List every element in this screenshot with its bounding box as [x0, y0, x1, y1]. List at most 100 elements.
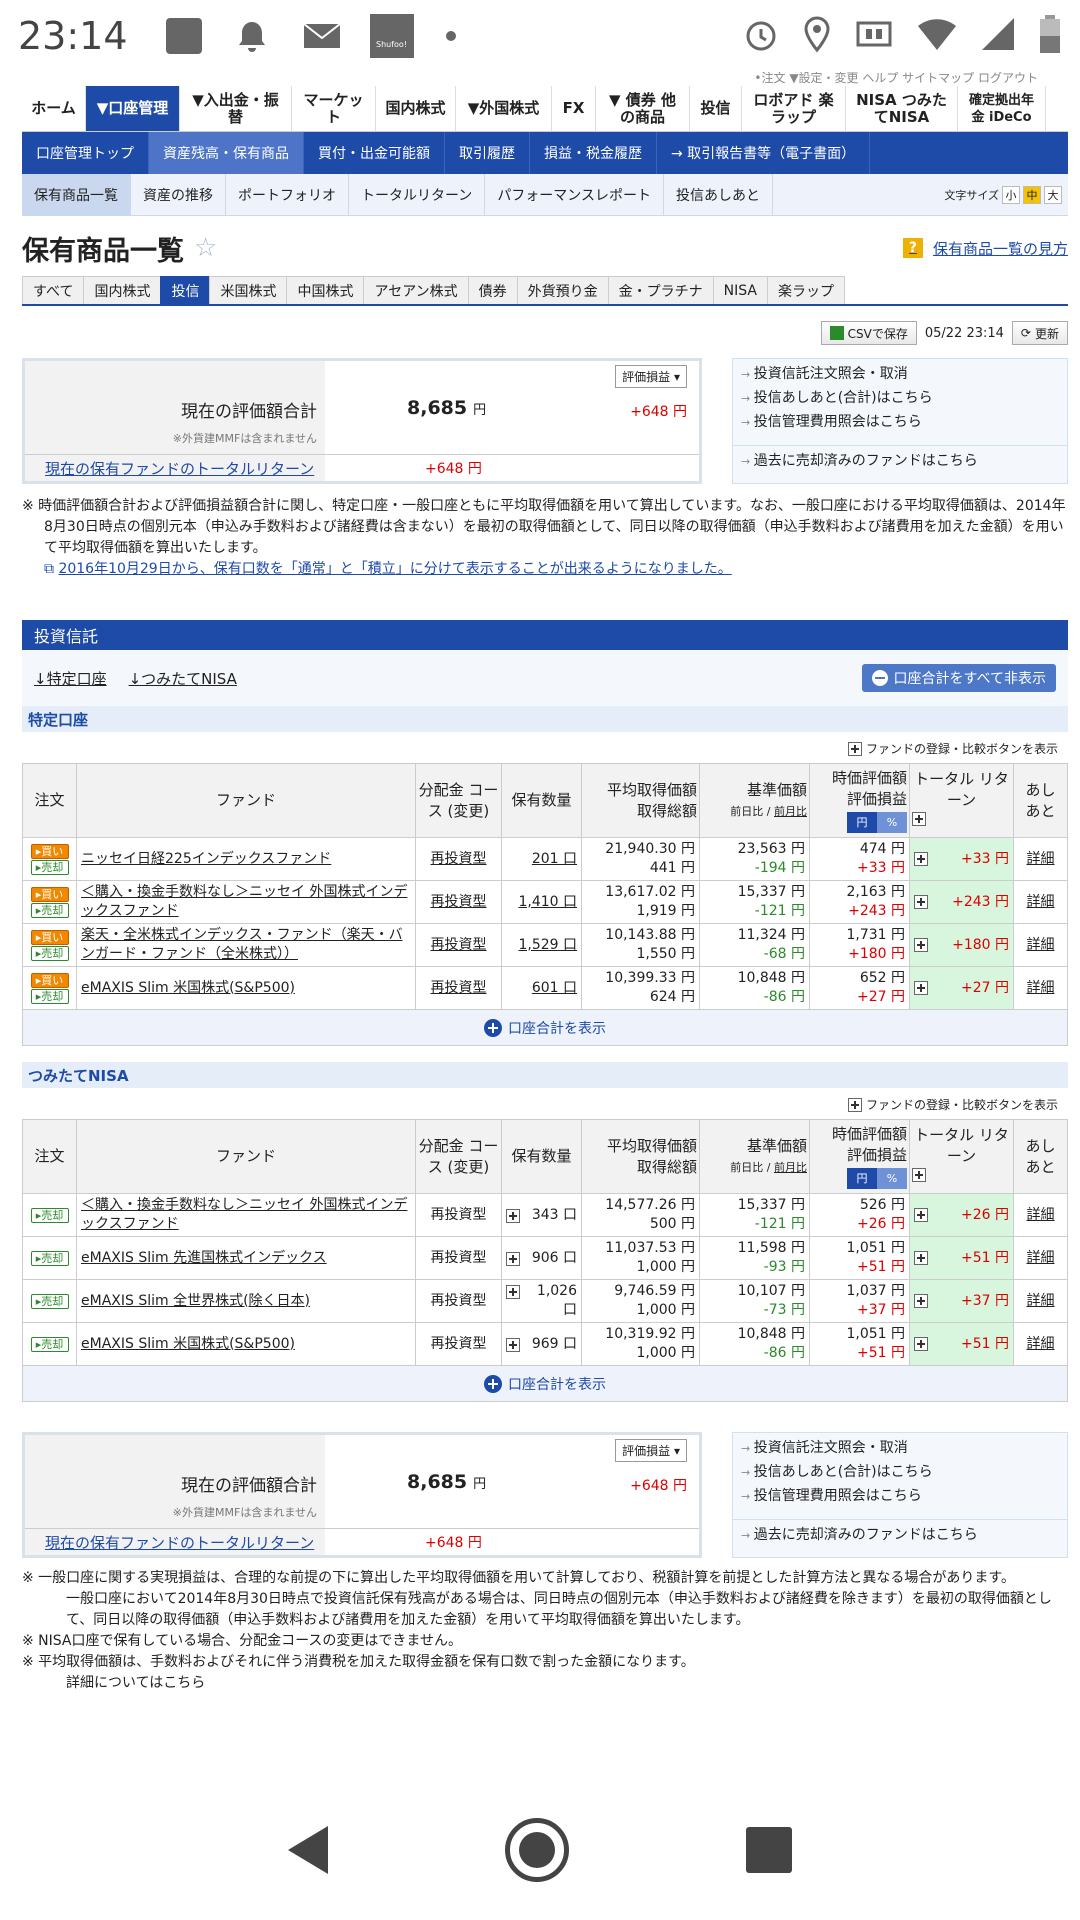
jump-tokutei[interactable]: ↓特定口座 — [34, 668, 107, 689]
tab-bonds[interactable]: 債券 — [467, 276, 518, 304]
sell-button[interactable]: ▸売却 — [30, 988, 69, 1004]
top-utility-links[interactable]: •注文 ▼設定・変更 ヘルプ サイトマップ ログアウト — [22, 72, 1068, 86]
expand-icon[interactable] — [506, 1337, 520, 1352]
buy-button[interactable]: ▸買い — [30, 886, 69, 902]
tab-us[interactable]: 米国株式 — [209, 276, 288, 304]
qty-link[interactable]: 201 口 — [532, 851, 577, 867]
unit-pct-button[interactable]: % — [877, 1168, 907, 1189]
qty-link[interactable]: 1,529 口 — [518, 937, 577, 953]
sell-button[interactable]: ▸売却 — [30, 1336, 69, 1352]
detail-link[interactable]: 詳細 — [1027, 980, 1055, 996]
expand-icon[interactable] — [506, 1208, 520, 1223]
note-link[interactable]: 2016年10月29日から、保有口数を「通常」と「積立」に分けて表示することが出… — [58, 561, 731, 577]
expand-icon[interactable] — [914, 981, 928, 995]
fund-link[interactable]: eMAXIS Slim 米国株式(S&P500) — [81, 1336, 295, 1352]
col-base-mom[interactable]: 前月比 — [774, 1161, 807, 1174]
tab-rakuwrap[interactable]: 楽ラップ — [766, 276, 845, 304]
register-compare-button[interactable]: ファンドの登録・比較ボタンを表示 — [22, 1096, 1058, 1113]
link-footprint[interactable]: 投信あしあと(合計)はこちら — [733, 1457, 1067, 1481]
tab-all[interactable]: すべて — [22, 276, 85, 304]
snav-history[interactable]: 取引履歴 — [445, 132, 530, 174]
gnav-bonds[interactable]: ▼ 債券 他の商品 — [596, 86, 690, 131]
font-mid-button[interactable]: 中 — [1023, 185, 1041, 204]
unit-yen-button[interactable]: 円 — [847, 1168, 877, 1189]
tnav-footprint[interactable]: 投信あしあと — [664, 173, 774, 216]
tnav-asset-trend[interactable]: 資産の推移 — [131, 173, 226, 216]
total-return-link[interactable]: 現在の保有ファンドのトータルリターン — [25, 455, 325, 481]
expand-icon[interactable] — [914, 1251, 928, 1265]
expand-icon[interactable] — [506, 1285, 520, 1299]
csv-button[interactable]: CSVで保存 — [820, 321, 917, 345]
gnav-fx[interactable]: FX — [552, 86, 596, 131]
expand-icon[interactable] — [914, 895, 928, 909]
snav-account-top[interactable]: 口座管理トップ — [22, 132, 149, 174]
detail-link[interactable]: 詳細 — [1027, 894, 1055, 910]
snav-reports[interactable]: → 取引報告書等（電子書面） — [657, 132, 871, 174]
tab-gold[interactable]: 金・プラチナ — [607, 276, 714, 304]
font-small-button[interactable]: 小 — [1002, 185, 1020, 204]
gnav-domestic-stock[interactable]: 国内株式 — [376, 86, 456, 131]
gnav-nisa[interactable]: NISA つみたてNISA — [846, 86, 958, 131]
qty-link[interactable]: 1,410 口 — [518, 894, 577, 910]
gnav-rakuwrap[interactable]: ロボアド 楽ラップ — [742, 86, 846, 131]
snav-holdings[interactable]: 資産残高・保有商品 — [149, 132, 304, 174]
gnav-market[interactable]: マーケット — [292, 86, 376, 131]
expand-icon[interactable] — [914, 1337, 928, 1351]
gnav-foreign-stock[interactable]: ▼外国株式 — [456, 86, 552, 131]
expand-icon[interactable] — [914, 1208, 928, 1222]
jump-tsumitate[interactable]: ↓つみたてNISA — [129, 668, 237, 689]
link-footprint[interactable]: 投信あしあと(合計)はこちら — [733, 383, 1067, 407]
tab-nisa[interactable]: NISA — [712, 276, 768, 304]
tnav-total-return[interactable]: トータルリターン — [349, 173, 486, 216]
show-account-sum-button[interactable]: 口座合計を表示 — [22, 1366, 1068, 1402]
home-icon[interactable] — [504, 1818, 569, 1882]
course-link[interactable]: 再投資型 — [431, 937, 487, 953]
col-base-mom[interactable]: 前月比 — [774, 805, 807, 818]
sell-button[interactable]: ▸売却 — [30, 859, 69, 875]
tab-funds[interactable]: 投信 — [160, 276, 211, 304]
fund-link[interactable]: ニッセイ日経225インデックスファンド — [81, 851, 331, 867]
fund-link[interactable]: ＜購入・換金手数料なし＞ニッセイ 外国株式インデックスファンド — [81, 1197, 407, 1232]
snav-buying-power[interactable]: 買付・出金可能額 — [304, 132, 445, 174]
link-sold-funds[interactable]: 過去に売却済みのファンドはこちら — [733, 445, 1067, 470]
course-link[interactable]: 再投資型 — [431, 894, 487, 910]
refresh-button[interactable]: ⟳ 更新 — [1011, 321, 1068, 345]
howto-link[interactable]: ? 保有商品一覧の見方 — [902, 238, 1068, 259]
expand-icon[interactable] — [506, 1251, 520, 1266]
link-fee-inquiry[interactable]: 投信管理費用照会はこちら — [733, 407, 1067, 431]
fund-link[interactable]: eMAXIS Slim 先進国株式インデックス — [81, 1250, 327, 1266]
snav-pl-tax[interactable]: 損益・税金履歴 — [530, 132, 657, 174]
link-order-inquiry[interactable]: 投資信託注文照会・取消 — [733, 1433, 1067, 1457]
tab-china[interactable]: 中国株式 — [286, 276, 365, 304]
sell-button[interactable]: ▸売却 — [30, 945, 69, 961]
font-large-button[interactable]: 大 — [1044, 185, 1062, 204]
star-icon[interactable]: ☆ — [194, 233, 217, 263]
course-link[interactable]: 再投資型 — [431, 851, 487, 867]
link-sold-funds[interactable]: 過去に売却済みのファンドはこちら — [733, 1519, 1067, 1544]
tab-asean[interactable]: アセアン株式 — [363, 276, 469, 304]
detail-link[interactable]: 詳細 — [1027, 1293, 1055, 1309]
course-link[interactable]: 再投資型 — [431, 980, 487, 996]
expand-icon[interactable] — [914, 938, 928, 952]
fund-link[interactable]: eMAXIS Slim 全世界株式(除く日本) — [81, 1293, 310, 1309]
gnav-funds[interactable]: 投信 — [690, 86, 742, 131]
gnav-ideco[interactable]: 確定拠出年金 iDeCo — [958, 86, 1046, 131]
detail-link[interactable]: 詳細 — [1027, 851, 1055, 867]
detail-link[interactable]: 詳細 — [1027, 1207, 1055, 1223]
note-bottom-5[interactable]: 詳細についてはこちら — [44, 1673, 1068, 1694]
sell-button[interactable]: ▸売却 — [30, 1207, 69, 1223]
gnav-deposit[interactable]: ▼入出金・振替 — [180, 86, 292, 131]
expand-icon[interactable] — [912, 812, 926, 826]
unit-yen-button[interactable]: 円 — [847, 812, 877, 833]
expand-icon[interactable] — [914, 852, 928, 866]
tnav-performance[interactable]: パフォーマンスレポート — [485, 173, 665, 216]
detail-link[interactable]: 詳細 — [1027, 937, 1055, 953]
hide-all-button[interactable]: 口座合計をすべて非表示 — [861, 664, 1056, 692]
tab-fx-deposit[interactable]: 外貨預り金 — [516, 276, 609, 304]
fund-link[interactable]: ＜購入・換金手数料なし＞ニッセイ 外国株式インデックスファンド — [81, 884, 407, 919]
unit-pct-button[interactable]: % — [877, 812, 907, 833]
detail-link[interactable]: 詳細 — [1027, 1336, 1055, 1352]
tnav-portfolio[interactable]: ポートフォリオ — [226, 173, 349, 216]
gnav-account[interactable]: ▼口座管理 — [86, 86, 180, 131]
sell-button[interactable]: ▸売却 — [30, 902, 69, 918]
